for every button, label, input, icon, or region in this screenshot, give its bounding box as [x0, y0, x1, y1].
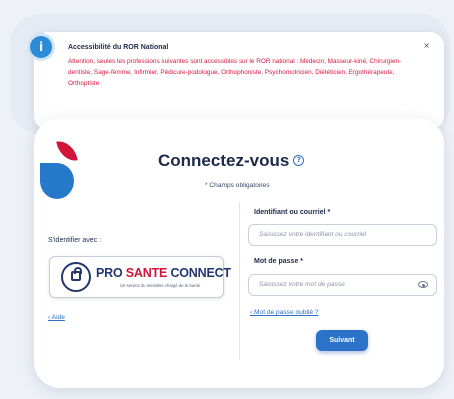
forgot-password-label: Mot de passe oublié ?	[254, 309, 319, 316]
identifier-label: Identifiant ou courriel *	[254, 209, 331, 216]
info-icon: i	[30, 36, 52, 58]
password-input[interactable]: Saisissez votre mot de passe	[248, 274, 437, 296]
pro-sante-connect-brand: PRO SANTE CONNECT	[96, 266, 231, 280]
eye-icon[interactable]	[418, 281, 428, 288]
brand-blue-shape	[40, 163, 74, 199]
page-title: Connectez-vous?	[158, 151, 305, 171]
password-label: Mot de passe *	[254, 258, 304, 265]
lock-icon	[71, 267, 82, 281]
brand-sante: SANTE	[125, 266, 168, 280]
required-fields-note: * Champs obligatoires	[205, 182, 270, 189]
identify-with-label: S'identifier avec :	[48, 237, 102, 244]
banner-message: Attention, seules les professions suivan…	[68, 58, 402, 87]
accessibility-banner: i Accessibilité du ROR National Attentio…	[30, 32, 444, 130]
help-link-label: Aide	[51, 314, 65, 321]
pro-sante-connect-logo-icon	[61, 262, 91, 292]
help-link[interactable]: ‹ Aide	[48, 314, 65, 321]
help-icon[interactable]: ?	[293, 155, 305, 167]
page-title-text: Connectez-vous	[158, 151, 290, 170]
brand-connect: CONNECT	[170, 266, 231, 280]
pro-sante-connect-button[interactable]: PRO SANTE CONNECT Un service du ministèr…	[49, 256, 231, 298]
brand-pro: PRO	[96, 266, 123, 280]
forgot-password-link[interactable]: ‹ Mot de passe oublié ?	[250, 309, 319, 316]
identifier-input[interactable]: Saisissez votre identifiant ou courriel	[248, 224, 437, 246]
close-icon[interactable]: ×	[423, 41, 430, 50]
column-divider	[239, 202, 240, 360]
submit-button[interactable]: Suivant	[316, 330, 368, 351]
pro-sante-connect-subtitle: Un service du ministère chargé de la San…	[120, 283, 201, 288]
banner-title: Accessibilité du ROR National	[68, 44, 169, 51]
password-placeholder: Saisissez votre mot de passe	[259, 281, 345, 288]
